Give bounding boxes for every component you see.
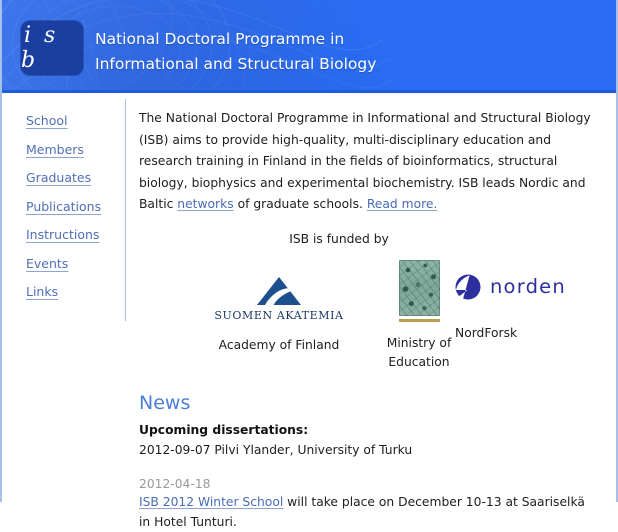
news-entry-dissertations: Upcoming dissertations: 2012-09-07 Pilvi… xyxy=(139,423,599,460)
networks-link[interactable]: networks xyxy=(177,197,233,211)
sidebar-item-links[interactable]: Links xyxy=(26,284,58,299)
news-item-text: ISB 2012 Winter School will take place o… xyxy=(139,492,589,532)
site-title-line-2: Informational and Structural Biology xyxy=(95,55,377,73)
funders-row: SUOMEN AKATEMIA Academy of Finland Minis… xyxy=(139,259,599,390)
site-title: National Doctoral Programme in Informati… xyxy=(95,27,376,77)
sidebar-item-members[interactable]: Members xyxy=(26,142,84,157)
sidebar-divider xyxy=(125,99,126,321)
norden-logo: norden xyxy=(455,274,618,300)
sidebar-item-instructions[interactable]: Instructions xyxy=(26,227,99,242)
news-heading: News xyxy=(139,391,191,414)
sidebar-nav: School Members Graduates Publications In… xyxy=(2,93,125,313)
news-entry-winter-school: 2012-04-18 ISB 2012 Winter School will t… xyxy=(139,477,599,532)
site-title-line-1: National Doctoral Programme in xyxy=(95,30,345,48)
sidebar-item-school[interactable]: School xyxy=(26,113,68,128)
page-root: i s b National Doctoral Programme in Inf… xyxy=(0,0,618,529)
sidebar-item-graduates[interactable]: Graduates xyxy=(26,170,91,185)
funder-nordforsk[interactable]: norden NordForsk xyxy=(455,274,618,343)
read-more-link[interactable]: Read more. xyxy=(367,197,438,211)
site-banner: i s b National Doctoral Programme in Inf… xyxy=(2,0,616,93)
isb-logo[interactable]: i s b xyxy=(21,21,83,75)
intro-text-part-1: The National Doctoral Programme in Infor… xyxy=(139,111,591,211)
ministry-gold-bar xyxy=(398,318,440,322)
ministry-plate xyxy=(398,259,440,316)
main-column: The National Doctoral Programme in Infor… xyxy=(139,93,599,532)
ministry-caption-line-2: Education xyxy=(388,354,450,369)
nordforsk-caption: NordForsk xyxy=(455,325,518,340)
content-area: School Members Graduates Publications In… xyxy=(2,93,616,529)
sidebar-item-events[interactable]: Events xyxy=(26,256,68,271)
news-subheading-upcoming-dissertations: Upcoming dissertations: xyxy=(139,422,309,437)
norden-swan-icon xyxy=(455,274,481,299)
sidebar-item-publications[interactable]: Publications xyxy=(26,199,101,214)
norden-wordmark: norden xyxy=(490,274,566,298)
news-date: 2012-04-18 xyxy=(139,476,211,491)
intro-paragraph: The National Doctoral Programme in Infor… xyxy=(139,108,595,216)
news-dissertation-line: 2012-09-07 Pilvi Ylander, University of … xyxy=(139,442,413,457)
isb-logo-text: i s b xyxy=(21,23,59,73)
funded-by-heading: ISB is funded by xyxy=(289,231,389,246)
news-section: News Upcoming dissertations: 2012-09-07 … xyxy=(139,392,599,532)
intro-text-part-2: of graduate schools. xyxy=(233,197,367,211)
